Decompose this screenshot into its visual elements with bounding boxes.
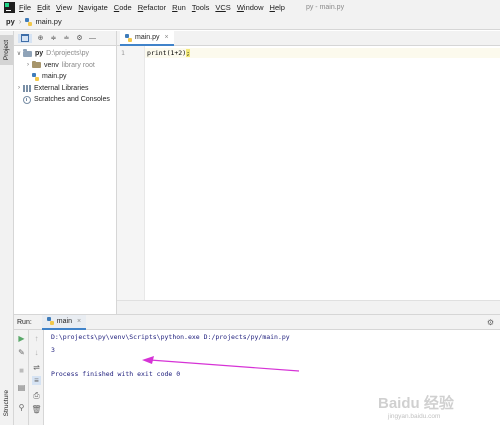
project-tool-tab[interactable]: Project	[0, 35, 13, 65]
editor-gutter: 1	[117, 46, 145, 300]
menu-view[interactable]: View	[56, 3, 72, 12]
code-text: print(1+2);	[147, 49, 191, 57]
hide-icon[interactable]: —	[88, 34, 97, 43]
tree-item-venv[interactable]: › venv library root	[14, 60, 116, 72]
tree-item-scratches[interactable]: Scratches and Consoles	[14, 94, 116, 106]
run-tab-main[interactable]: main ×	[41, 314, 87, 330]
breadcrumb-separator: ›	[18, 17, 22, 26]
menu-navigate[interactable]: Navigate	[78, 3, 108, 12]
tree-item-main-py[interactable]: main.py	[14, 71, 116, 83]
pycharm-logo-icon	[4, 1, 15, 13]
python-file-icon	[32, 72, 39, 81]
stop-icon[interactable]: ■	[17, 366, 26, 375]
menu-window[interactable]: Window	[237, 3, 264, 12]
trash-icon[interactable]: 🗑	[31, 405, 41, 414]
python-file-icon	[125, 33, 132, 42]
menu-file[interactable]: File	[19, 3, 31, 12]
scroll-to-end-icon[interactable]: ≡	[32, 376, 41, 385]
chevron-right-icon[interactable]: ›	[24, 62, 32, 68]
collapse-all-icon[interactable]: ≐	[62, 34, 71, 43]
menu-vcs[interactable]: VCS	[215, 3, 230, 12]
menu-bar: File Edit View Navigate Code Refactor Ru…	[0, 0, 500, 14]
scratches-icon	[23, 95, 31, 104]
menu-help[interactable]: Help	[270, 3, 285, 12]
tab-main-py[interactable]: main.py ×	[120, 31, 174, 46]
python-file-icon	[46, 317, 54, 325]
menu-code[interactable]: Code	[114, 3, 132, 12]
close-icon[interactable]: ×	[165, 34, 169, 41]
print-icon[interactable]: ⎙	[32, 391, 41, 400]
gear-icon[interactable]: ⚙	[75, 34, 84, 43]
project-tree: ∨ py D:\projects\py › venv library root …	[14, 46, 116, 106]
folder-icon	[23, 49, 32, 57]
current-line[interactable]: print(1+2);	[145, 48, 500, 58]
soft-wrap-icon[interactable]: ⇌	[32, 363, 41, 372]
arrow-down-icon[interactable]: ↓	[32, 348, 41, 357]
locate-icon[interactable]: ⊕	[36, 34, 45, 43]
tree-item-root[interactable]: ∨ py D:\projects\py	[14, 48, 116, 60]
layout-icon[interactable]: ▤	[17, 383, 26, 392]
run-toolbar: ▶ ✎ ■ ▤ ⚲	[14, 330, 29, 425]
library-folder-icon	[32, 60, 41, 69]
window-title: py - main.py	[305, 3, 345, 11]
expand-all-icon[interactable]: ≑	[49, 34, 58, 43]
chevron-down-icon[interactable]: ∨	[15, 50, 23, 57]
tree-item-external-libraries[interactable]: › External Libraries	[14, 83, 116, 95]
gear-icon[interactable]: ⚙	[487, 318, 494, 327]
run-toolbar-secondary: ↑ ↓ ⇌ ≡ ⎙ 🗑	[29, 330, 44, 425]
breadcrumb-project[interactable]: py	[6, 17, 15, 26]
menu-tools[interactable]: Tools	[192, 3, 210, 12]
pin-icon[interactable]: ⚲	[17, 403, 26, 412]
project-view-selector-icon[interactable]	[18, 33, 32, 43]
editor-bottom-area	[117, 300, 500, 314]
menu-edit[interactable]: Edit	[37, 3, 50, 12]
breadcrumb: py › main.py	[0, 14, 500, 30]
close-icon[interactable]: ×	[77, 318, 81, 325]
line-number: 1	[121, 49, 125, 57]
left-tool-strip: Project Structure	[0, 31, 14, 425]
python-file-icon	[25, 17, 33, 26]
arrow-up-icon[interactable]: ↑	[32, 334, 41, 343]
menu-run[interactable]: Run	[172, 3, 186, 12]
menu-refactor[interactable]: Refactor	[138, 3, 166, 12]
libraries-icon	[23, 84, 31, 92]
structure-tool-tab[interactable]: Structure	[0, 387, 13, 419]
baidu-watermark: Baidu 经验 jingyan.baidu.com	[378, 395, 454, 420]
run-panel-header: Run: main × ⚙	[14, 314, 500, 330]
project-panel-toolbar: ⊕ ≑ ≐ ⚙ —	[14, 31, 116, 46]
breadcrumb-file[interactable]: main.py	[35, 17, 61, 26]
run-label: Run:	[17, 318, 32, 326]
wrench-icon[interactable]: ✎	[17, 348, 26, 357]
rerun-icon[interactable]: ▶	[17, 334, 26, 343]
project-panel: ⊕ ≑ ≐ ⚙ — ∨ py D:\projects\py › venv lib…	[14, 31, 117, 314]
editor-tab-bar: main.py ×	[117, 31, 500, 46]
code-editor[interactable]: print(1+2);	[145, 46, 500, 300]
chevron-right-icon[interactable]: ›	[15, 85, 23, 91]
